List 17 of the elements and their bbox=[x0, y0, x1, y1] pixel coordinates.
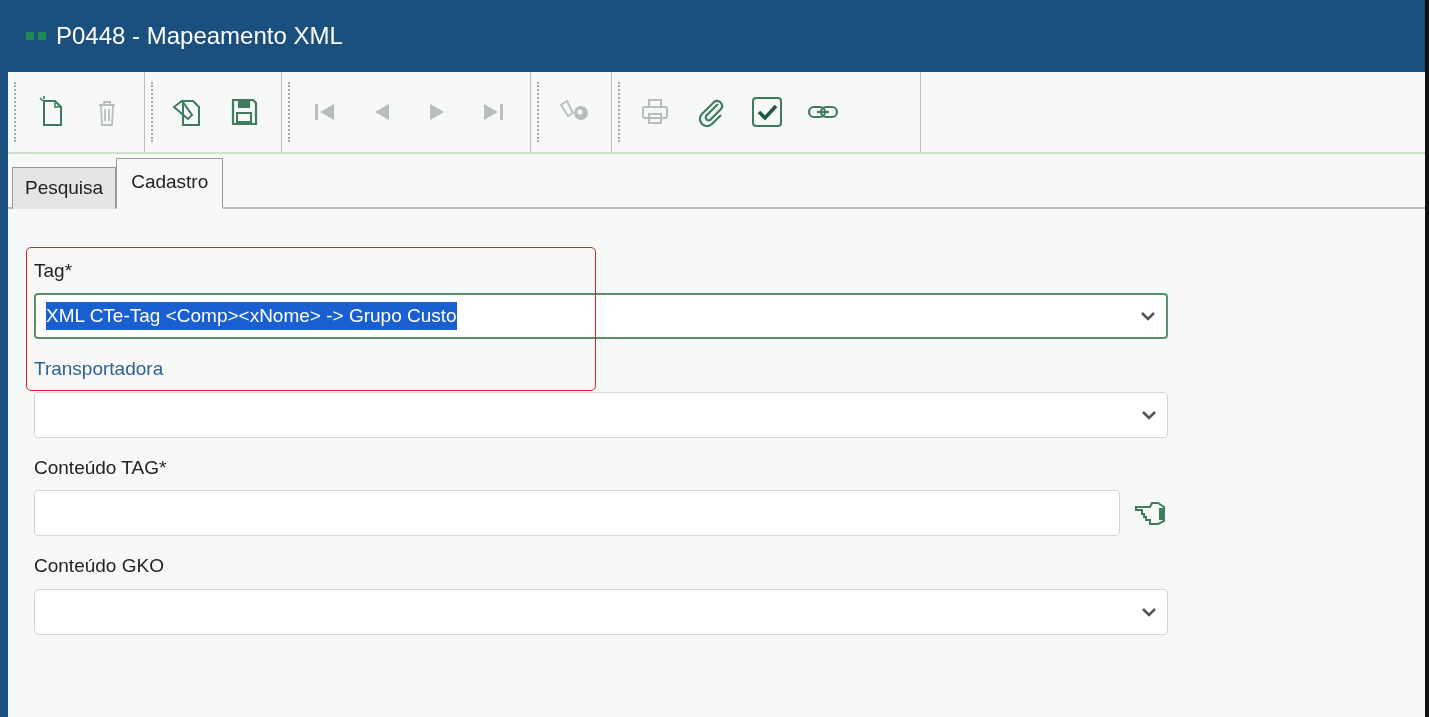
app-icon bbox=[26, 32, 46, 40]
dropdown-field[interactable] bbox=[34, 391, 1168, 438]
field-label[interactable]: Transportadora bbox=[34, 355, 164, 384]
checkmark-icon[interactable] bbox=[750, 95, 784, 129]
dropdown-field[interactable] bbox=[34, 588, 1168, 635]
field-label: Conteúdo TAG* bbox=[34, 455, 167, 480]
dropdown-field[interactable]: XML CTe-Tag <Comp><xNome> -> Grupo Custo bbox=[34, 293, 1168, 339]
tab[interactable]: Cadastro bbox=[116, 158, 224, 209]
pointing-hand-icon[interactable] bbox=[1134, 500, 1168, 526]
field-label: Tag* bbox=[34, 258, 73, 283]
window-title: P0448 - Mapeamento XML bbox=[56, 21, 343, 51]
tab[interactable]: Pesquisa bbox=[12, 167, 117, 209]
chevron-down-icon bbox=[1140, 310, 1156, 322]
field-label: Conteúdo GKO bbox=[34, 554, 164, 578]
input-field[interactable] bbox=[34, 490, 1120, 536]
chevron-down-icon bbox=[1141, 408, 1157, 421]
chevron-down-icon bbox=[1141, 605, 1157, 618]
